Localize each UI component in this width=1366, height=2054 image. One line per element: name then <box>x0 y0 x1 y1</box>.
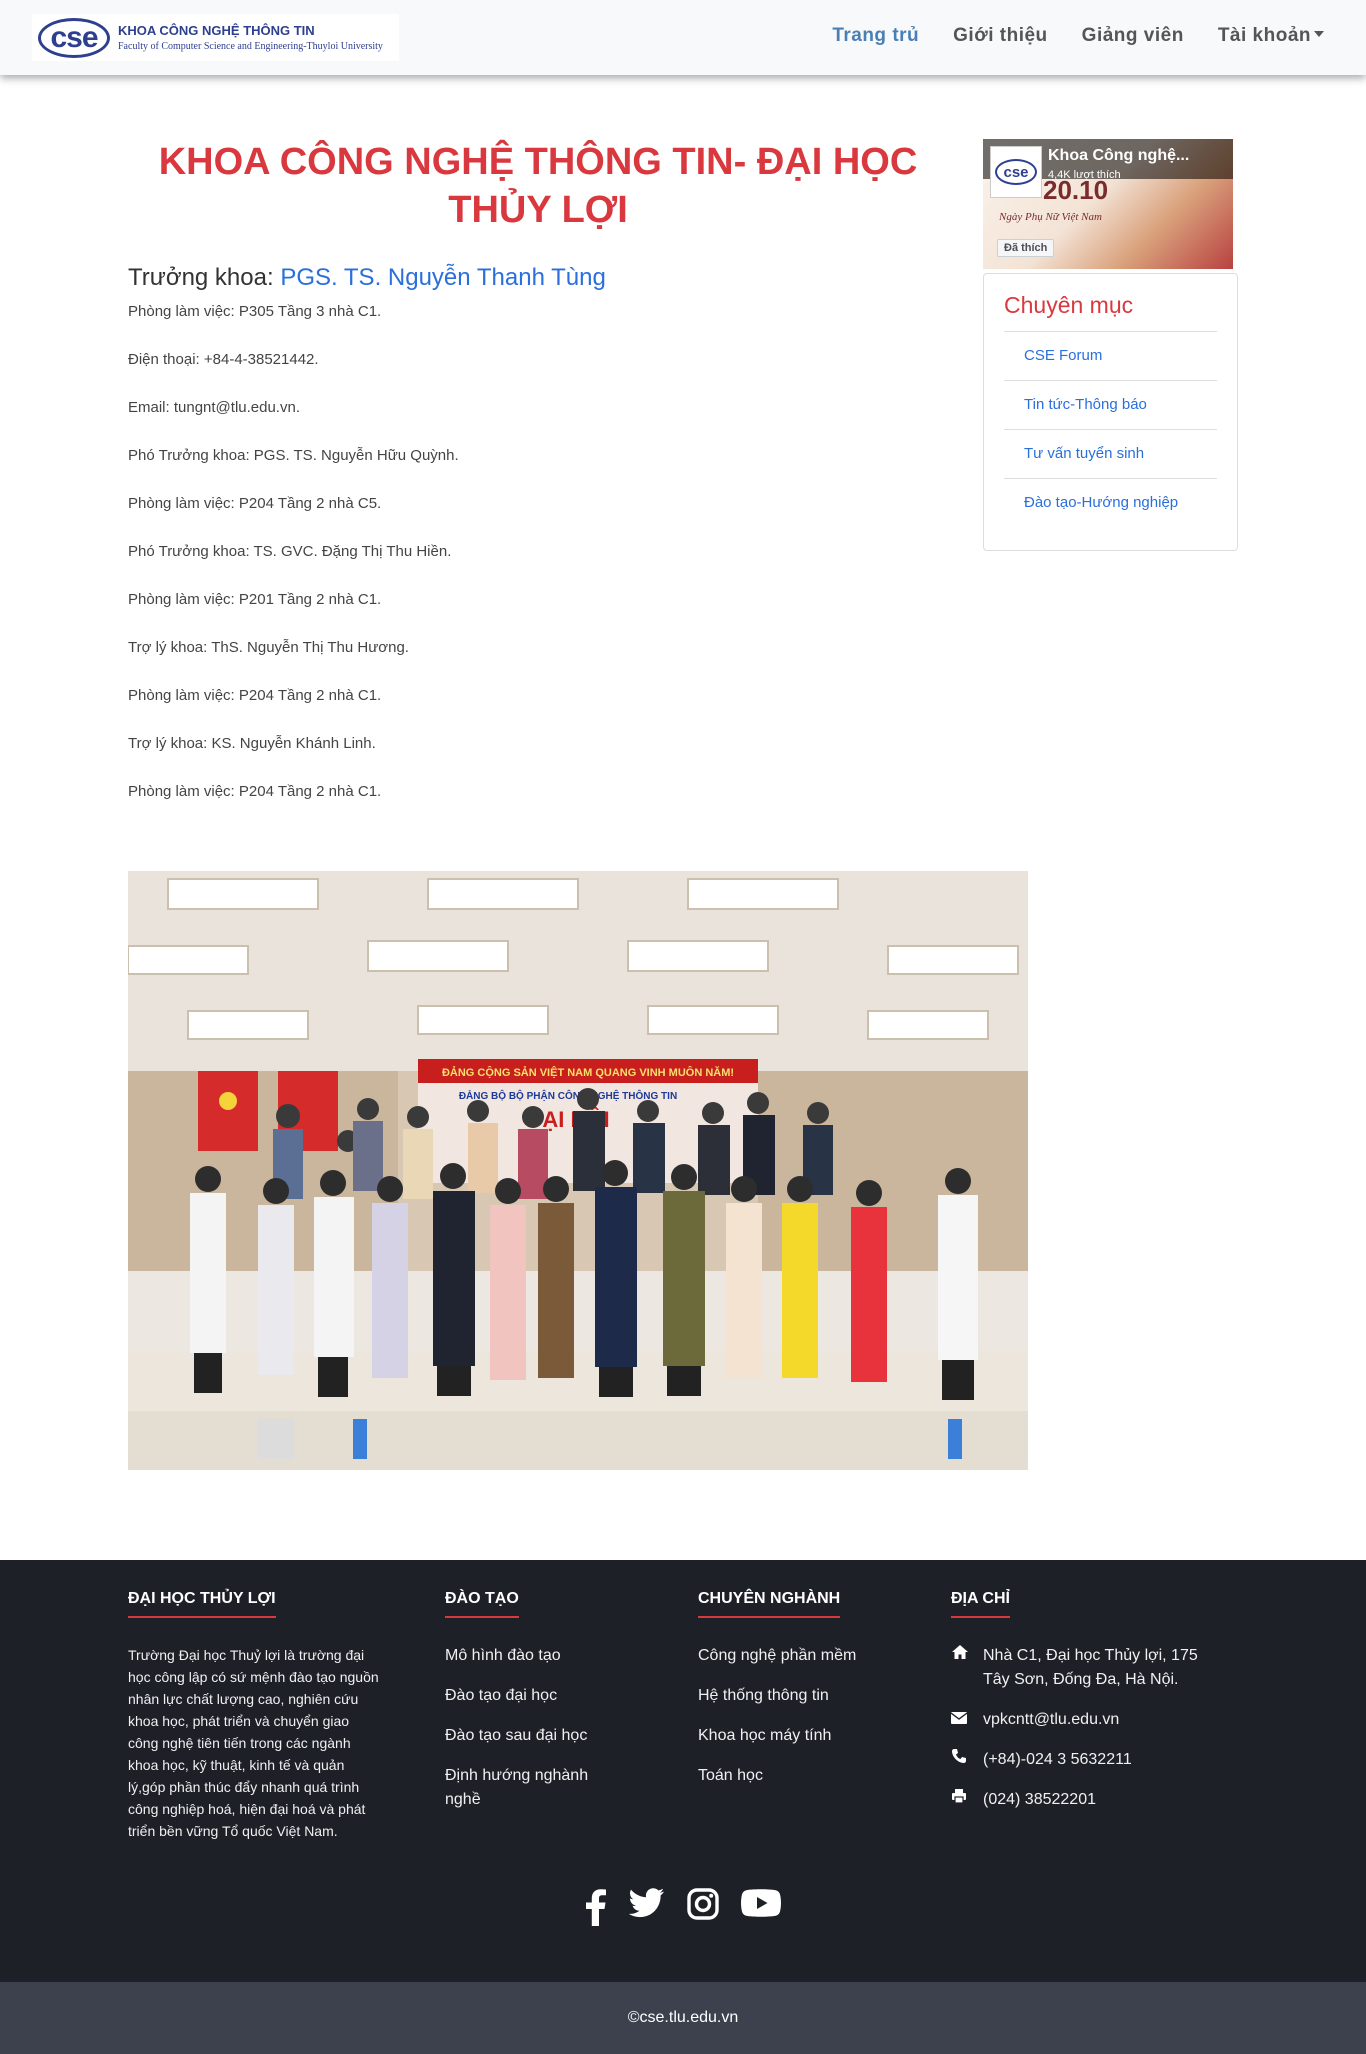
page-title-line1: KHOA CÔNG NGHỆ THÔNG TIN- ĐẠI HỌC <box>158 141 918 183</box>
categories-panel: Chuyên mục CSE Forum Tin tức-Thông báo T… <box>983 273 1238 551</box>
info-line: Email: tungnt@tlu.edu.vn. <box>128 399 300 416</box>
footer-link[interactable]: Định hướng nghành nghề <box>445 1764 625 1812</box>
nav-account-dropdown[interactable]: Tài khoản <box>1218 25 1324 47</box>
footer: ĐẠI HỌC THỦY LỢI Trường Đại học Thuỷ lợi… <box>0 1560 1366 1982</box>
page-title-line2: THỦY LỢI <box>448 189 628 231</box>
nav-account-label: Tài khoản <box>1217 25 1311 46</box>
nav-menu: Trang trủ Giới thiệu Giảng viên Tài khoả… <box>832 25 1324 47</box>
home-icon <box>951 1644 973 1668</box>
category-link-news[interactable]: Tin tức-Thông báo <box>1004 381 1217 430</box>
footer-fax: (024) 38522201 <box>951 1788 1221 1812</box>
contact-info: Phòng làm việc: P305 Tầng 3 nhà C1. Điện… <box>128 302 948 802</box>
fb-page-name[interactable]: Khoa Công nghệ... <box>1048 147 1228 165</box>
dean-name-link[interactable]: PGS. TS. Nguyễn Thanh Tùng <box>280 264 606 291</box>
footer-address-col: ĐỊA CHỈ Nhà C1, Đại học Thủy lợi, 175 Tâ… <box>950 1590 1221 1828</box>
info-line: Phó Trưởng khoa: TS. GVC. Đặng Thị Thu H… <box>128 543 452 560</box>
cse-logo-mark: cse <box>38 17 110 58</box>
fb-like-button[interactable]: Đã thích <box>997 239 1055 257</box>
photo-banner-text: ĐẢNG CỘNG SẢN VIỆT NAM QUANG VINH MUÔN N… <box>442 1066 734 1079</box>
info-line: Trợ lý khoa: ThS. Nguyễn Thị Thu Hương. <box>128 639 409 656</box>
caret-down-icon <box>1314 31 1324 37</box>
footer-email: vpkcntt@tlu.edu.vn <box>950 1708 1221 1732</box>
fb-page-avatar: cse <box>990 146 1042 198</box>
categories-title: Chuyên mục <box>1004 292 1217 332</box>
fb-cover-caption: Ngày Phụ Nữ Việt Nam <box>999 211 1102 223</box>
footer-phone: (+84)-024 3 5632211 <box>951 1748 1221 1772</box>
footer-location: Nhà C1, Đại học Thủy lợi, 175 Tây Sơn, Đ… <box>951 1644 1221 1692</box>
footer-majors-heading: CHUYÊN NGHÀNH <box>698 1590 841 1618</box>
footer-link[interactable]: Công nghệ phần mềm <box>698 1644 856 1668</box>
nav-lecturers[interactable]: Giảng viên <box>1082 25 1184 47</box>
page-title: KHOA CÔNG NGHỆ THÔNG TIN- ĐẠI HỌC THỦY L… <box>128 138 948 234</box>
faculty-group-photo: ĐẢNG CỘNG SẢN VIỆT NAM QUANG VINH MUÔN N… <box>128 871 1028 1470</box>
info-line: Phòng làm việc: P204 Tầng 2 nhà C1. <box>128 687 382 704</box>
footer-training-heading: ĐÀO TẠO <box>445 1590 519 1618</box>
info-line: Phòng làm việc: P201 Tầng 2 nhà C1. <box>128 591 382 608</box>
social-links <box>0 1888 1366 1926</box>
top-navbar: cse KHOA CÔNG NGHỆ THÔNG TIN Faculty of … <box>0 0 1366 75</box>
footer-about-text: Trường Đại học Thuỷ lợi là trường đại họ… <box>128 1647 379 1839</box>
footer-link[interactable]: Đào tạo sau đại học <box>445 1724 625 1748</box>
logo-title: KHOA CÔNG NGHỆ THÔNG TIN <box>118 23 315 38</box>
info-line: Phó Trưởng khoa: PGS. TS. Nguyễn Hữu Quỳ… <box>128 447 459 464</box>
footer-majors-col: CHUYÊN NGHÀNH Công nghệ phần mềm Hệ thốn… <box>698 1590 856 1804</box>
facebook-icon[interactable] <box>585 1888 607 1926</box>
info-line: Phòng làm việc: P204 Tầng 2 nhà C5. <box>128 495 382 512</box>
print-icon <box>951 1788 973 1812</box>
main-content: KHOA CÔNG NGHỆ THÔNG TIN- ĐẠI HỌC THỦY L… <box>128 138 948 802</box>
fb-cover-date: 20.10 <box>1043 175 1109 205</box>
twitter-icon[interactable] <box>629 1888 665 1926</box>
category-link-admissions[interactable]: Tư vấn tuyển sinh <box>1004 430 1217 479</box>
footer-about-col: ĐẠI HỌC THỦY LỢI Trường Đại học Thuỷ lợi… <box>128 1590 383 1842</box>
footer-link[interactable]: Mô hình đào tạo <box>445 1644 625 1668</box>
youtube-icon[interactable] <box>741 1888 781 1926</box>
footer-link[interactable]: Khoa học máy tính <box>698 1724 856 1748</box>
nav-home[interactable]: Trang trủ <box>832 25 919 47</box>
logo-subtitle: Faculty of Computer Science and Engineer… <box>118 41 383 52</box>
footer-about-heading: ĐẠI HỌC THỦY LỢI <box>128 1590 276 1618</box>
footer-training-col: ĐÀO TẠO Mô hình đào tạo Đào tạo đại học … <box>445 1590 625 1828</box>
dean-label: Trưởng khoa: <box>128 264 281 291</box>
footer-link[interactable]: Đào tạo đại học <box>445 1684 625 1708</box>
info-line: Trợ lý khoa: KS. Nguyễn Khánh Linh. <box>128 735 376 752</box>
footer-link[interactable]: Toán học <box>698 1764 856 1788</box>
copyright-text: ©cse.tlu.edu.vn <box>627 2009 739 2026</box>
instagram-icon[interactable] <box>687 1888 719 1926</box>
site-logo[interactable]: cse KHOA CÔNG NGHỆ THÔNG TIN Faculty of … <box>32 14 399 61</box>
phone-icon <box>951 1748 973 1772</box>
info-line: Phòng làm việc: P204 Tầng 2 nhà C1. <box>128 783 382 800</box>
facebook-page-widget[interactable]: cse Khoa Công nghệ... 4,4K lượt thích 20… <box>983 139 1233 269</box>
category-link-training[interactable]: Đào tạo-Hướng nghiệp <box>1004 479 1217 527</box>
category-link-cse-forum[interactable]: CSE Forum <box>1004 332 1217 381</box>
info-line: Điện thoại: +84-4-38521442. <box>128 351 319 368</box>
nav-about[interactable]: Giới thiệu <box>953 25 1048 47</box>
footer-address-heading: ĐỊA CHỈ <box>951 1590 1010 1618</box>
copyright-bar: ©cse.tlu.edu.vn <box>0 1982 1366 2054</box>
info-line: Phòng làm việc: P305 Tầng 3 nhà C1. <box>128 303 382 320</box>
dean-heading: Trưởng khoa: PGS. TS. Nguyễn Thanh Tùng <box>128 264 948 292</box>
envelope-icon <box>950 1708 973 1732</box>
footer-link[interactable]: Hệ thống thông tin <box>698 1684 856 1708</box>
photo-banner-subtext: ĐẢNG BỘ BỘ PHẬN CÔNG NGHỆ THÔNG TIN <box>459 1089 677 1102</box>
